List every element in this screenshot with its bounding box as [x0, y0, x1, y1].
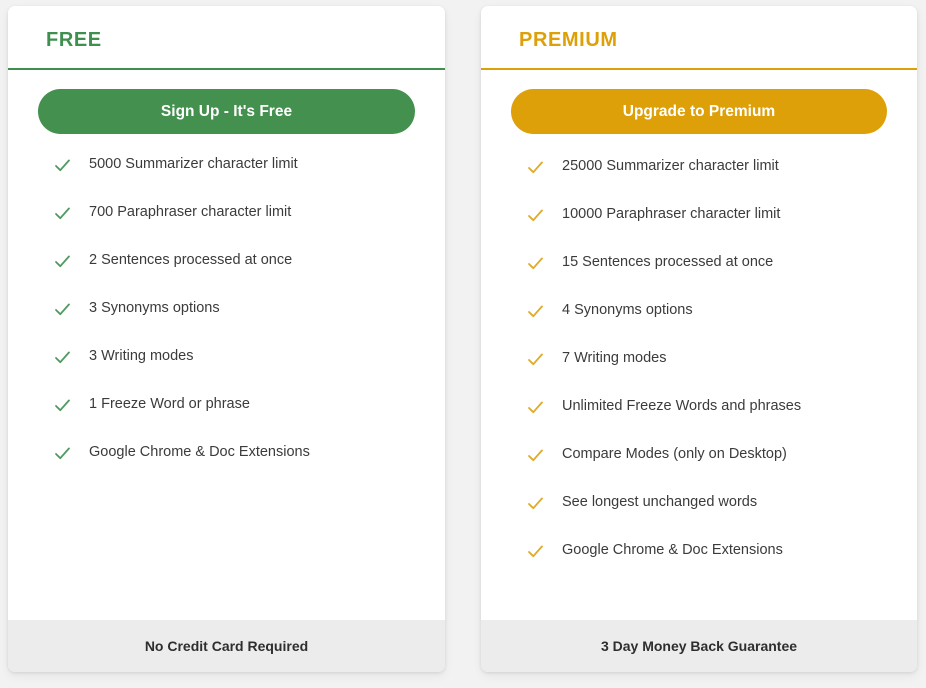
feature-label: Google Chrome & Doc Extensions: [562, 542, 783, 559]
plan-title-free: FREE: [46, 29, 102, 51]
feature-label: 10000 Paraphraser character limit: [562, 206, 781, 223]
plan-title-premium: PREMIUM: [519, 29, 618, 51]
check-icon: [528, 545, 543, 557]
footer-note-premium: 3 Day Money Back Guarantee: [600, 638, 798, 654]
feature-label: 3 Writing modes: [89, 348, 194, 365]
list-item: 700 Paraphraser character limit: [38, 189, 415, 237]
list-item: 7 Writing modes: [511, 335, 887, 383]
feature-label: 1 Freeze Word or phrase: [89, 396, 250, 413]
plan-card-premium: PREMIUM Upgrade to Premium 25000 Summari…: [481, 6, 917, 672]
check-icon: [528, 305, 543, 317]
list-item: Google Chrome & Doc Extensions: [38, 429, 415, 477]
check-icon: [528, 257, 543, 269]
check-icon: [55, 255, 70, 267]
check-icon: [55, 399, 70, 411]
check-icon: [528, 449, 543, 461]
check-icon: [528, 497, 543, 509]
feature-label: 15 Sentences processed at once: [562, 254, 774, 271]
check-icon: [528, 401, 543, 413]
feature-list-free: 5000 Summarizer character limit 700 Para…: [38, 141, 415, 477]
plan-footer-premium: 3 Day Money Back Guarantee: [481, 620, 917, 672]
check-icon: [55, 351, 70, 363]
signup-free-button[interactable]: Sign Up - It's Free: [38, 89, 415, 134]
list-item: See longest unchanged words: [511, 479, 887, 527]
list-item: 5000 Summarizer character limit: [38, 141, 415, 189]
pricing-comparison: FREE Sign Up - It's Free 5000 Summarizer…: [0, 0, 926, 688]
list-item: Compare Modes (only on Desktop): [511, 431, 887, 479]
list-item: Unlimited Freeze Words and phrases: [511, 383, 887, 431]
check-icon: [55, 207, 70, 219]
feature-label: 25000 Summarizer character limit: [562, 158, 779, 175]
feature-label: 3 Synonyms options: [89, 300, 220, 317]
feature-label: 7 Writing modes: [562, 350, 667, 367]
upgrade-premium-button[interactable]: Upgrade to Premium: [511, 89, 887, 134]
plan-body-premium: Upgrade to Premium 25000 Summarizer char…: [481, 70, 917, 620]
feature-list-premium: 25000 Summarizer character limit 10000 P…: [511, 143, 887, 575]
list-item: 3 Writing modes: [38, 333, 415, 381]
feature-label: 700 Paraphraser character limit: [89, 204, 292, 221]
plan-header-free: FREE: [8, 6, 445, 68]
feature-label: Google Chrome & Doc Extensions: [89, 444, 310, 461]
feature-label: 5000 Summarizer character limit: [89, 156, 298, 173]
feature-label: 4 Synonyms options: [562, 302, 693, 319]
check-icon: [528, 353, 543, 365]
plan-footer-free: No Credit Card Required: [8, 620, 445, 672]
list-item: 4 Synonyms options: [511, 287, 887, 335]
list-item: 15 Sentences processed at once: [511, 239, 887, 287]
plan-header-premium: PREMIUM: [481, 6, 917, 68]
list-item: 2 Sentences processed at once: [38, 237, 415, 285]
feature-label: 2 Sentences processed at once: [89, 252, 293, 269]
list-item: Google Chrome & Doc Extensions: [511, 527, 887, 575]
footer-note-free: No Credit Card Required: [144, 638, 309, 654]
check-icon: [55, 159, 70, 171]
plan-card-free: FREE Sign Up - It's Free 5000 Summarizer…: [8, 6, 445, 672]
check-icon: [55, 447, 70, 459]
list-item: 10000 Paraphraser character limit: [511, 191, 887, 239]
check-icon: [528, 209, 543, 221]
feature-label: See longest unchanged words: [562, 494, 758, 511]
check-icon: [55, 303, 70, 315]
list-item: 3 Synonyms options: [38, 285, 415, 333]
feature-label: Compare Modes (only on Desktop): [562, 446, 787, 463]
plan-body-free: Sign Up - It's Free 5000 Summarizer char…: [8, 70, 445, 620]
check-icon: [528, 161, 543, 173]
list-item: 1 Freeze Word or phrase: [38, 381, 415, 429]
list-item: 25000 Summarizer character limit: [511, 143, 887, 191]
feature-label: Unlimited Freeze Words and phrases: [562, 398, 802, 415]
